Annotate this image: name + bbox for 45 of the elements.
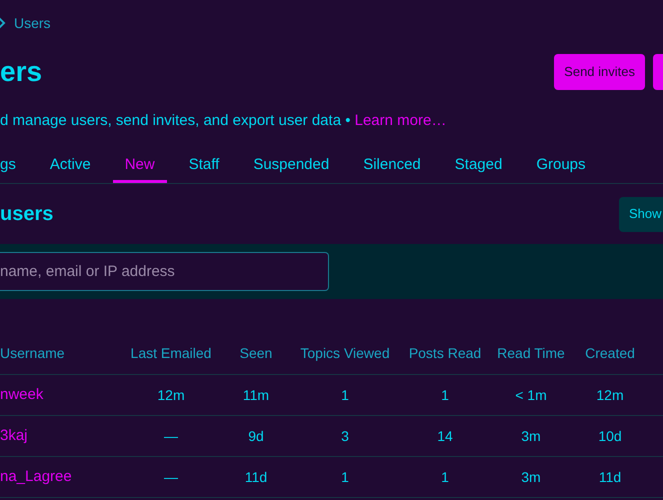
tab[interactable]: Active bbox=[38, 154, 103, 183]
table-cell-text: 1 bbox=[340, 386, 350, 404]
send-invites-button[interactable]: Send invites bbox=[554, 54, 645, 90]
tab[interactable]: Staged bbox=[442, 154, 514, 183]
table-cell-text: 3 bbox=[340, 426, 350, 446]
table-cell-text: 3m bbox=[520, 426, 542, 446]
table-cell-text: 11d bbox=[598, 468, 622, 486]
table-cell-text: 11d bbox=[244, 468, 268, 486]
section-title: users bbox=[0, 202, 54, 227]
table-cell-text: 3m bbox=[520, 468, 542, 486]
show-button[interactable]: Show bbox=[619, 196, 663, 232]
tab[interactable]: Suspended bbox=[241, 154, 342, 183]
tab[interactable]: New bbox=[112, 154, 167, 183]
username-link[interactable]: 3kaj bbox=[0, 424, 120, 448]
table-cell-text: 12m bbox=[156, 386, 186, 404]
table-cell-text: < 1m bbox=[514, 386, 548, 404]
table-cell-text: 12m bbox=[595, 386, 625, 404]
table-cell-text: 9d bbox=[247, 426, 265, 446]
table-cell-text: 11m bbox=[242, 386, 270, 404]
username-link[interactable]: nweek bbox=[0, 384, 120, 406]
column-header[interactable]: Username bbox=[0, 343, 120, 364]
column-header[interactable]: Last Emailed bbox=[120, 343, 222, 364]
username-link[interactable]: na_Lagree bbox=[0, 466, 120, 488]
tab[interactable]: Silenced bbox=[351, 154, 433, 183]
column-header[interactable]: Read Time bbox=[490, 343, 572, 364]
tab[interactable]: gs bbox=[0, 154, 28, 183]
table-cell-text: 1 bbox=[440, 386, 450, 404]
column-header[interactable]: Seen bbox=[222, 343, 290, 364]
column-header[interactable]: Posts Read bbox=[400, 343, 490, 364]
column-header[interactable]: Topics Viewed bbox=[290, 343, 400, 364]
chevron-right-icon bbox=[0, 17, 6, 29]
page-title: ers bbox=[0, 55, 42, 89]
table-cell-text: 1 bbox=[340, 468, 350, 486]
table-cell-text: 1 bbox=[440, 468, 450, 486]
page-description: d manage users, send invites, and export user data • Learn more… bbox=[0, 111, 448, 131]
table-cell-text: 14 bbox=[436, 426, 454, 446]
search-field[interactable]: name, email or IP address bbox=[0, 252, 329, 291]
tab[interactable]: Staff bbox=[176, 154, 232, 183]
breadcrumb-link[interactable]: Users bbox=[14, 12, 51, 34]
table-cell-text: — bbox=[163, 468, 179, 486]
column-header[interactable]: Created bbox=[572, 343, 648, 364]
learn-more-link[interactable]: Learn more… bbox=[354, 112, 446, 129]
table-cell-text: 10d bbox=[597, 426, 623, 446]
table-cell-text: — bbox=[163, 426, 179, 446]
tab[interactable]: Groups bbox=[524, 154, 598, 183]
